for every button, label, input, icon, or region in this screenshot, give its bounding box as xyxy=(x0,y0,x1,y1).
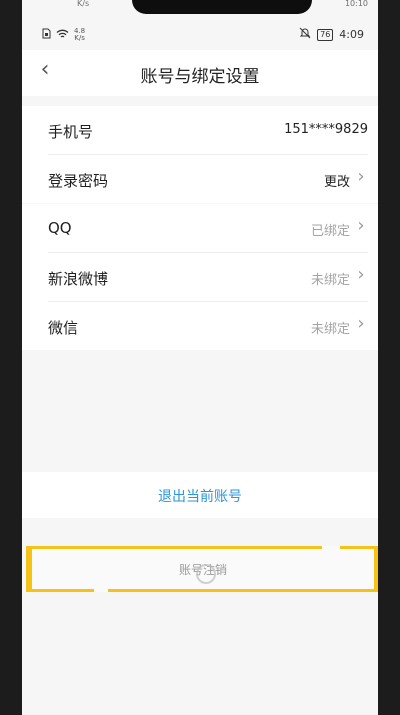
chevron-right-icon: › xyxy=(357,166,365,187)
status-bar: 4.8 K/s 76 4:09 xyxy=(22,24,378,44)
binding-status: 未绑定 xyxy=(310,322,350,337)
ghost-time: 10:10 xyxy=(344,0,368,8)
ghost-status-bar: K/s 10:10 xyxy=(22,0,378,8)
change-password-value: 更改 xyxy=(323,175,350,190)
network-speed: 4.8 K/s xyxy=(74,28,85,42)
navigation-bar: ‹ 账号与绑定设置 xyxy=(22,50,378,96)
binding-status: 已绑定 xyxy=(310,224,350,239)
wifi-icon xyxy=(56,29,69,42)
binding-status: 未绑定 xyxy=(310,273,350,288)
highlight-top-line-right xyxy=(340,546,374,549)
qq-binding-row[interactable]: QQ 已绑定 › xyxy=(48,204,368,253)
row-label: QQ xyxy=(48,219,72,237)
row-label: 手机号 xyxy=(48,123,94,141)
logout-button[interactable]: 退出当前账号 xyxy=(22,472,378,518)
chevron-right-icon: › xyxy=(357,313,365,334)
login-password-row[interactable]: 登录密码 更改 › xyxy=(48,155,368,203)
chevron-right-icon: › xyxy=(357,264,365,285)
phone-frame: K/s 10:10 4.8 K/s 76 4:09 ‹ 账号与绑定设置 手机号 … xyxy=(0,0,400,715)
row-label: 新浪微博 xyxy=(48,270,109,288)
screen: K/s 10:10 4.8 K/s 76 4:09 ‹ 账号与绑定设置 手机号 … xyxy=(22,0,378,715)
page-title: 账号与绑定设置 xyxy=(140,67,260,87)
logout-label: 退出当前账号 xyxy=(158,489,242,505)
status-left: 4.8 K/s xyxy=(42,28,85,42)
sim-icon xyxy=(42,28,51,42)
ghost-speed: K/s xyxy=(77,0,90,8)
highlight-bottom-line-left xyxy=(32,589,94,592)
phone-number-row: 手机号 151****9829 xyxy=(48,106,368,155)
phone-number-value: 151****9829 xyxy=(284,122,368,137)
wechat-binding-row[interactable]: 微信 未绑定 › xyxy=(48,302,368,350)
touch-indicator xyxy=(196,564,216,584)
mute-icon xyxy=(299,27,311,42)
row-label: 登录密码 xyxy=(48,172,109,190)
row-label: 微信 xyxy=(48,319,79,337)
chevron-right-icon: › xyxy=(357,215,365,236)
speed-unit: K/s xyxy=(74,34,85,42)
status-right: 76 4:09 xyxy=(299,27,364,42)
binding-group: QQ 已绑定 › 新浪微博 未绑定 › 微信 未绑定 › xyxy=(22,204,378,350)
highlight-top-line xyxy=(32,546,322,549)
account-group: 手机号 151****9829 登录密码 更改 › xyxy=(22,106,378,203)
account-cancel-button[interactable]: 账号注销 xyxy=(26,546,378,592)
weibo-binding-row[interactable]: 新浪微博 未绑定 › xyxy=(48,253,368,302)
battery-indicator: 76 xyxy=(317,28,334,41)
highlight-bottom-line xyxy=(108,589,374,592)
status-time: 4:09 xyxy=(339,28,364,41)
